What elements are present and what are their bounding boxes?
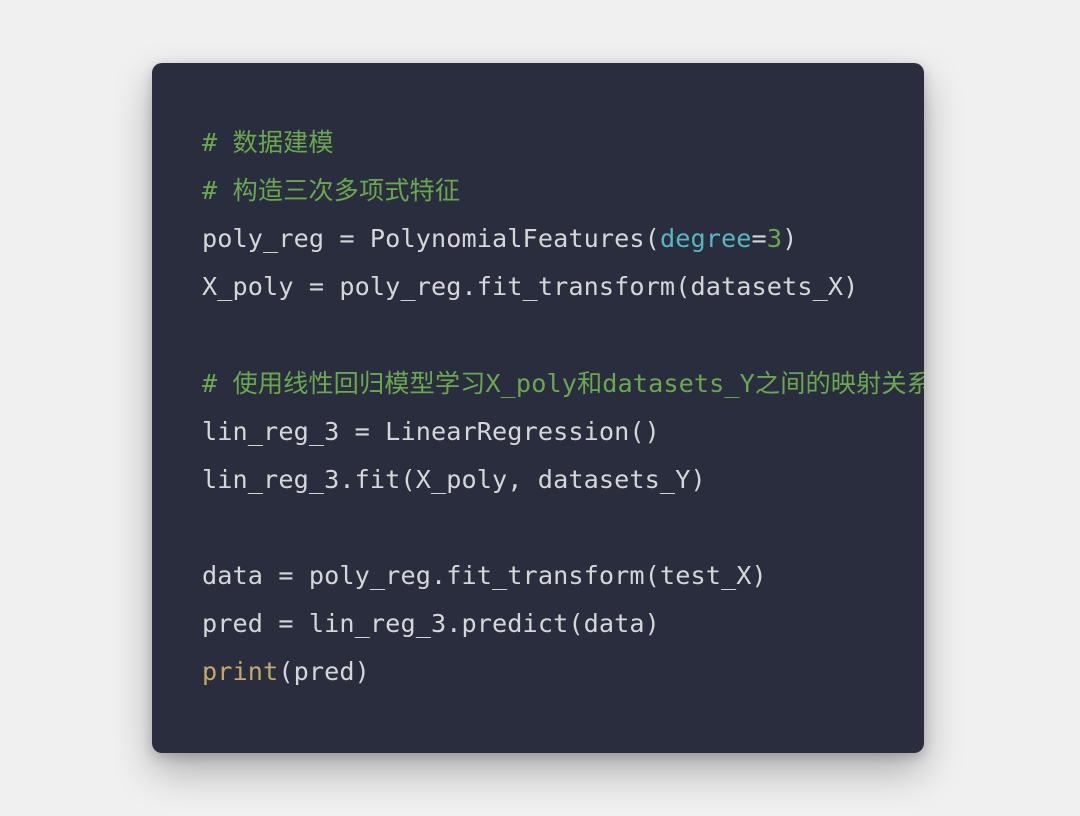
code-token-default: X_poly bbox=[202, 272, 309, 301]
code-token-default: (pred) bbox=[278, 657, 370, 686]
code-token-operator: = bbox=[309, 272, 324, 301]
code-token-default: data bbox=[202, 561, 278, 590]
code-token-builtin: print bbox=[202, 657, 278, 686]
code-token-operator: = bbox=[355, 417, 370, 446]
code-block: # 数据建模 # 构造三次多项式特征 poly_reg = Polynomial… bbox=[202, 119, 874, 697]
code-token-operator: = bbox=[752, 224, 767, 253]
code-token-number: 3 bbox=[767, 224, 782, 253]
code-token-default: poly_reg bbox=[202, 224, 339, 253]
code-token-comment: # 数据建模 bbox=[202, 128, 334, 157]
code-token-default: lin_reg_3 bbox=[202, 417, 355, 446]
code-token-param: degree bbox=[660, 224, 752, 253]
code-token-operator: = bbox=[339, 224, 354, 253]
code-line: lin_reg_3.fit(X_poly, datasets_Y) bbox=[202, 465, 706, 494]
code-card: # 数据建模 # 构造三次多项式特征 poly_reg = Polynomial… bbox=[152, 63, 924, 753]
code-token-default: lin_reg_3.predict(data) bbox=[294, 609, 660, 638]
code-token-comment: # 使用线性回归模型学习X_poly和datasets_Y之间的映射关系 bbox=[202, 369, 924, 398]
code-line: pred = lin_reg_3.predict(data) bbox=[202, 609, 660, 638]
code-token-operator: = bbox=[278, 561, 293, 590]
code-line: # 数据建模 bbox=[202, 128, 334, 157]
code-token-default: pred bbox=[202, 609, 278, 638]
code-line: poly_reg = PolynomialFeatures(degree=3) bbox=[202, 224, 797, 253]
code-token-default: poly_reg.fit_transform(datasets_X) bbox=[324, 272, 858, 301]
code-line: data = poly_reg.fit_transform(test_X) bbox=[202, 561, 767, 590]
code-token-default: LinearRegression() bbox=[370, 417, 660, 446]
code-line: lin_reg_3 = LinearRegression() bbox=[202, 417, 660, 446]
code-token-default: lin_reg_3.fit(X_poly, datasets_Y) bbox=[202, 465, 706, 494]
code-token-default: PolynomialFeatures( bbox=[355, 224, 660, 253]
code-line: X_poly = poly_reg.fit_transform(datasets… bbox=[202, 272, 858, 301]
code-line: print(pred) bbox=[202, 657, 370, 686]
code-token-comment: # 构造三次多项式特征 bbox=[202, 176, 460, 205]
code-token-operator: = bbox=[278, 609, 293, 638]
code-line: # 使用线性回归模型学习X_poly和datasets_Y之间的映射关系 bbox=[202, 369, 924, 398]
code-token-default: poly_reg.fit_transform(test_X) bbox=[294, 561, 767, 590]
code-token-default: ) bbox=[782, 224, 797, 253]
code-line: # 构造三次多项式特征 bbox=[202, 176, 460, 205]
